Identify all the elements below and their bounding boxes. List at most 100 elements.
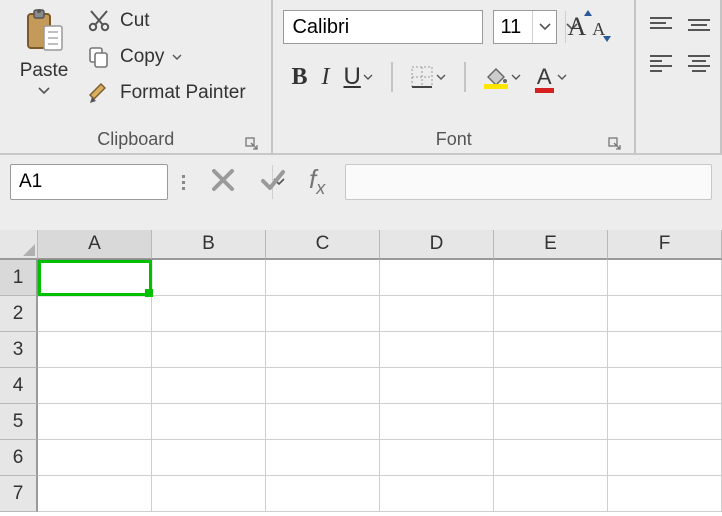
select-all-corner[interactable] (0, 230, 38, 260)
cell[interactable] (152, 368, 266, 404)
enter-icon[interactable] (259, 166, 287, 199)
insert-function-button[interactable]: fx (309, 164, 325, 199)
column-header[interactable]: F (608, 230, 722, 260)
clipboard-group-label: Clipboard (97, 129, 174, 150)
cell[interactable] (266, 440, 380, 476)
fill-color-dropdown-arrow[interactable] (511, 74, 521, 81)
paste-button[interactable]: Paste (8, 6, 80, 127)
copy-dropdown-arrow[interactable] (172, 54, 182, 61)
cell[interactable] (38, 476, 152, 512)
cell[interactable] (608, 404, 722, 440)
column-headers[interactable]: ABCDEF (38, 230, 722, 260)
cell[interactable] (380, 332, 494, 368)
shrink-font-button[interactable]: A (592, 19, 605, 40)
cell[interactable] (380, 368, 494, 404)
font-size-input[interactable] (494, 16, 532, 39)
cell[interactable] (380, 296, 494, 332)
cell[interactable] (608, 260, 722, 296)
align-top-button[interactable] (648, 16, 674, 34)
font-group-label: Font (436, 129, 472, 150)
cut-button[interactable]: Cut (86, 8, 246, 34)
grow-font-button[interactable]: A (567, 12, 586, 42)
cell[interactable] (266, 368, 380, 404)
active-cell[interactable] (38, 260, 152, 296)
cell[interactable] (608, 332, 722, 368)
cell[interactable] (494, 296, 608, 332)
cell[interactable] (38, 332, 152, 368)
cell[interactable] (380, 476, 494, 512)
clipboard-dialog-launcher[interactable] (245, 135, 259, 149)
font-size-dropdown-arrow[interactable] (532, 11, 556, 43)
cell[interactable] (494, 260, 608, 296)
fill-handle[interactable] (145, 289, 153, 297)
cell[interactable] (152, 440, 266, 476)
cell[interactable] (38, 296, 152, 332)
cell[interactable] (266, 476, 380, 512)
cell[interactable] (380, 404, 494, 440)
cell[interactable] (380, 440, 494, 476)
cell[interactable] (152, 260, 266, 296)
cell[interactable] (266, 260, 380, 296)
paintbrush-icon (86, 80, 112, 106)
font-name-combobox[interactable] (283, 10, 483, 44)
row-headers[interactable]: 1234567 (0, 260, 38, 512)
row-header[interactable]: 2 (0, 296, 38, 332)
borders-icon (411, 66, 433, 88)
cell[interactable] (38, 440, 152, 476)
font-color-button[interactable]: A (535, 64, 567, 90)
font-color-dropdown-arrow[interactable] (557, 74, 567, 81)
cancel-icon[interactable] (209, 166, 237, 199)
underline-dropdown-arrow[interactable] (363, 74, 373, 81)
cell[interactable] (494, 476, 608, 512)
row-header[interactable]: 6 (0, 440, 38, 476)
align-left-button[interactable] (648, 54, 674, 72)
cell[interactable] (494, 368, 608, 404)
row-header[interactable]: 5 (0, 404, 38, 440)
column-header[interactable]: C (266, 230, 380, 260)
cell[interactable] (266, 296, 380, 332)
underline-button[interactable]: U (343, 63, 372, 91)
copy-button[interactable]: Copy (86, 44, 246, 70)
align-middle-button[interactable] (686, 16, 712, 34)
fill-color-button[interactable] (484, 67, 521, 87)
cell[interactable] (152, 476, 266, 512)
align-center-button[interactable] (686, 54, 712, 72)
formula-bar-resize[interactable] (178, 175, 189, 190)
cell[interactable] (38, 404, 152, 440)
cell[interactable] (608, 368, 722, 404)
cell[interactable] (380, 260, 494, 296)
cell[interactable] (494, 404, 608, 440)
separator (464, 62, 466, 92)
cell[interactable] (608, 296, 722, 332)
italic-button[interactable]: I (321, 64, 329, 91)
name-box[interactable] (10, 164, 168, 200)
cell[interactable] (494, 332, 608, 368)
column-header[interactable]: A (38, 230, 152, 260)
cell[interactable] (38, 368, 152, 404)
font-size-combobox[interactable] (493, 10, 557, 44)
row-header[interactable]: 7 (0, 476, 38, 512)
cell[interactable] (608, 476, 722, 512)
paste-dropdown-arrow[interactable] (38, 82, 50, 100)
cell[interactable] (494, 440, 608, 476)
borders-button[interactable] (411, 66, 446, 88)
cell[interactable] (152, 296, 266, 332)
cell[interactable] (266, 332, 380, 368)
cell[interactable] (608, 440, 722, 476)
format-painter-button[interactable]: Format Painter (86, 80, 246, 106)
cell[interactable] (266, 404, 380, 440)
cell[interactable] (152, 404, 266, 440)
row-header[interactable]: 1 (0, 260, 38, 296)
column-header[interactable]: E (494, 230, 608, 260)
bold-button[interactable]: B (291, 64, 307, 91)
row-header[interactable]: 3 (0, 332, 38, 368)
column-header[interactable]: B (152, 230, 266, 260)
formula-input[interactable] (345, 164, 712, 200)
spreadsheet-grid[interactable]: ABCDEF 1234567 (0, 230, 722, 516)
font-color-icon: A (535, 64, 554, 90)
font-dialog-launcher[interactable] (608, 135, 622, 149)
cell[interactable] (152, 332, 266, 368)
borders-dropdown-arrow[interactable] (436, 74, 446, 81)
column-header[interactable]: D (380, 230, 494, 260)
row-header[interactable]: 4 (0, 368, 38, 404)
